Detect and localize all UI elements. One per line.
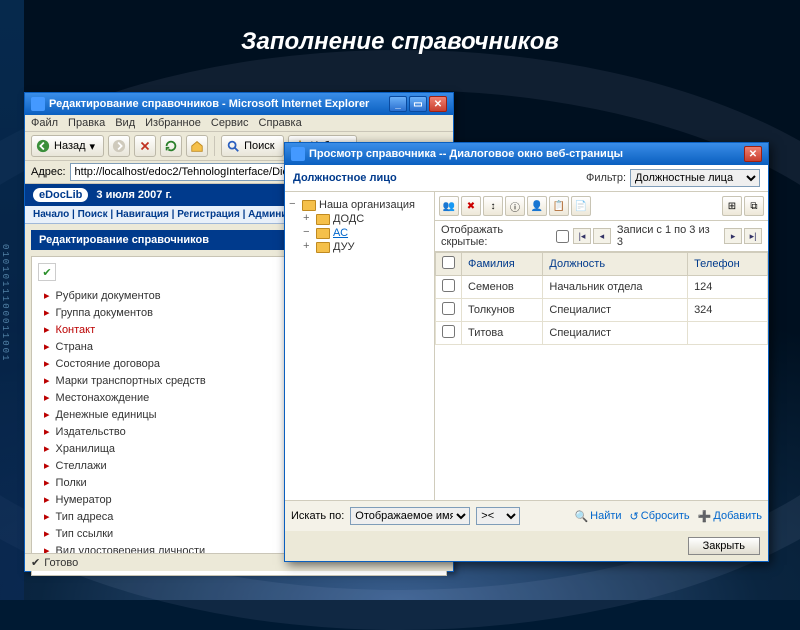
- menu-item[interactable]: Правка: [68, 117, 105, 129]
- row-checkbox[interactable]: [442, 302, 455, 315]
- filter-label: Фильтр:: [586, 172, 626, 184]
- dialog-titlebar[interactable]: Просмотр справочника -- Диалоговое окно …: [285, 143, 768, 165]
- bullet-icon: ▸: [44, 374, 50, 387]
- tree-item[interactable]: +ДОДС: [289, 212, 430, 226]
- tool-button[interactable]: ↕: [483, 196, 503, 216]
- dialog-footer: Искать по: Отображаемое имя >< 🔍Найти ↺С…: [285, 500, 768, 531]
- table-row[interactable]: СеменовНачальник отдела124: [436, 276, 768, 299]
- pager-first[interactable]: |◂: [573, 228, 591, 244]
- search-by-label: Искать по:: [291, 510, 344, 522]
- dialog-title: Просмотр справочника -- Диалоговое окно …: [309, 148, 623, 160]
- app-logo: eDocLib: [33, 188, 88, 202]
- menu-item[interactable]: Вид: [115, 117, 135, 129]
- ie-menubar: Файл Правка Вид Избранное Сервис Справка: [25, 115, 453, 132]
- folder-icon: [302, 200, 316, 211]
- minimize-button[interactable]: _: [389, 96, 407, 112]
- tree-root[interactable]: −Наша организация: [289, 198, 430, 212]
- bullet-icon: ▸: [44, 527, 50, 540]
- dialog-header: Должностное лицо Фильтр: Должностные лиц…: [285, 165, 768, 191]
- search-button[interactable]: Поиск: [221, 135, 283, 157]
- check-icon[interactable]: ✔: [38, 263, 56, 281]
- ie-title: Редактирование справочников - Microsoft …: [49, 98, 369, 110]
- address-label: Адрес:: [31, 166, 66, 178]
- column-header[interactable]: Фамилия: [462, 253, 543, 276]
- ie-icon: [291, 147, 305, 161]
- show-hidden-checkbox[interactable]: [556, 230, 569, 243]
- bullet-icon: ▸: [44, 289, 50, 302]
- grid-controls: Отображать скрытые: |◂ ◂ Записи с 1 по 3…: [435, 221, 768, 252]
- bullet-icon: ▸: [44, 408, 50, 421]
- bullet-icon: ▸: [44, 425, 50, 438]
- filter-select[interactable]: Должностные лица: [630, 169, 760, 187]
- slide-title: Заполнение справочников: [0, 28, 800, 56]
- back-button[interactable]: Назад ▾: [31, 135, 104, 157]
- tool-button[interactable]: 👥: [439, 196, 459, 216]
- bullet-icon: ▸: [44, 476, 50, 489]
- column-header[interactable]: Телефон: [688, 253, 768, 276]
- tree-item[interactable]: −АС: [289, 226, 430, 240]
- reset-link[interactable]: ↺Сбросить: [630, 510, 690, 523]
- tool-button[interactable]: ⧉: [744, 196, 764, 216]
- folder-icon: [316, 228, 330, 239]
- find-link[interactable]: 🔍Найти: [574, 510, 621, 523]
- bullet-icon: ▸: [44, 357, 50, 370]
- forward-button[interactable]: [108, 135, 130, 157]
- grid-toolbar: 👥 ✖ ↕ ⓘ 👤 📋 📄 ⊞ ⧉: [435, 192, 768, 221]
- tool-button[interactable]: 📄: [571, 196, 591, 216]
- row-checkbox[interactable]: [442, 279, 455, 292]
- delete-button[interactable]: ✖: [461, 196, 481, 216]
- select-all-header[interactable]: [436, 253, 462, 276]
- row-checkbox[interactable]: [442, 325, 455, 338]
- viewer-dialog: Просмотр справочника -- Диалоговое окно …: [284, 142, 769, 562]
- tree-item[interactable]: +ДУУ: [289, 240, 430, 254]
- add-link[interactable]: ➕Добавить: [698, 510, 762, 523]
- folder-icon: [316, 242, 330, 253]
- menu-item[interactable]: Файл: [31, 117, 58, 129]
- bullet-icon: ▸: [44, 459, 50, 472]
- column-header[interactable]: Должность: [543, 253, 688, 276]
- refresh-button[interactable]: [160, 135, 182, 157]
- tool-button[interactable]: 📋: [549, 196, 569, 216]
- bullet-icon: ▸: [44, 323, 50, 336]
- ie-titlebar[interactable]: Редактирование справочников - Microsoft …: [25, 93, 453, 115]
- close-dialog-button[interactable]: Закрыть: [688, 537, 760, 555]
- bullet-icon: ▸: [44, 493, 50, 506]
- ie-icon: [31, 97, 45, 111]
- tool-button[interactable]: ⓘ: [505, 196, 525, 216]
- data-grid: ФамилияДолжностьТелефон СеменовНачальник…: [435, 252, 768, 345]
- pager: |◂ ◂ Записи с 1 по 3 из 3 ▸ ▸|: [573, 224, 762, 248]
- dialog-close-button[interactable]: ✕: [744, 146, 762, 162]
- menu-item[interactable]: Справка: [259, 117, 302, 129]
- bullet-icon: ▸: [44, 306, 50, 319]
- search-op-select[interactable]: ><: [476, 507, 520, 525]
- tool-button[interactable]: ⊞: [722, 196, 742, 216]
- menu-item[interactable]: Избранное: [145, 117, 201, 129]
- search-field-select[interactable]: Отображаемое имя: [350, 507, 470, 525]
- close-button[interactable]: ✕: [429, 96, 447, 112]
- pager-last[interactable]: ▸|: [744, 228, 762, 244]
- bullet-icon: ▸: [44, 340, 50, 353]
- pager-next[interactable]: ▸: [724, 228, 742, 244]
- bullet-icon: ▸: [44, 510, 50, 523]
- bullet-icon: ▸: [44, 391, 50, 404]
- org-tree: −Наша организация +ДОДС−АС+ДУУ: [285, 192, 435, 500]
- brand-strip: 0101011100011001: [0, 0, 24, 600]
- pager-text: Записи с 1 по 3 из 3: [613, 224, 722, 248]
- status-text: Готово: [44, 557, 78, 569]
- folder-icon: [316, 214, 330, 225]
- tool-button[interactable]: 👤: [527, 196, 547, 216]
- maximize-button[interactable]: ▭: [409, 96, 427, 112]
- table-row[interactable]: ТитоваСпециалист: [436, 322, 768, 345]
- home-button[interactable]: [186, 135, 208, 157]
- stop-button[interactable]: [134, 135, 156, 157]
- dialog-heading: Должностное лицо: [293, 172, 397, 184]
- show-hidden-label: Отображать скрытые:: [441, 224, 552, 248]
- status-icon: ✔: [31, 556, 40, 569]
- bullet-icon: ▸: [44, 442, 50, 455]
- table-row[interactable]: ТолкуновСпециалист324: [436, 299, 768, 322]
- menu-item[interactable]: Сервис: [211, 117, 249, 129]
- pager-prev[interactable]: ◂: [593, 228, 611, 244]
- app-date: 3 июля 2007 г.: [96, 189, 172, 201]
